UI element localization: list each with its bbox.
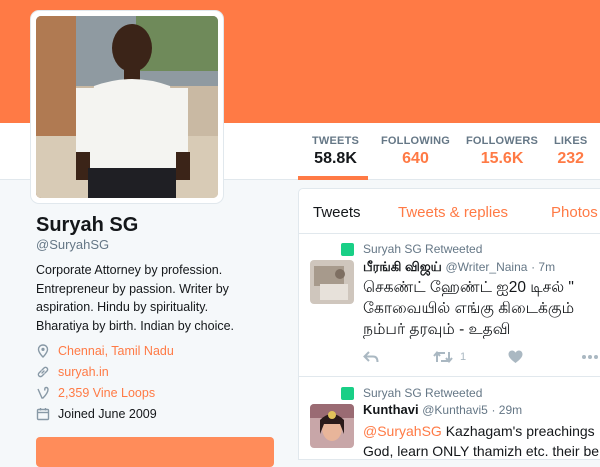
- tab-tweets[interactable]: Tweets: [313, 204, 361, 221]
- tweet-text: @SuryahSG Kazhagam's preachings God, lea…: [363, 421, 600, 459]
- calendar-icon: [36, 408, 50, 421]
- stat-tweets-label: TWEETS: [312, 135, 360, 147]
- retweet-icon: [341, 243, 354, 256]
- retweeted-by-label[interactable]: Suryah SG Retweeted: [363, 386, 482, 400]
- retweeted-by-label[interactable]: Suryah SG Retweeted: [363, 242, 482, 256]
- more-button[interactable]: [581, 354, 599, 360]
- profile-handle[interactable]: @SuryahSG: [36, 237, 109, 252]
- tweet-text-line: God, learn ONLY thamizh etc. their be: [363, 443, 600, 459]
- website-link[interactable]: suryah.in: [58, 365, 109, 379]
- profile-name[interactable]: Suryah SG: [36, 214, 138, 237]
- profile-vine: 2,359 Vine Loops: [36, 386, 155, 400]
- retweet-icon: [341, 387, 354, 400]
- tweet-item[interactable]: Suryah SG Retweeted Kunthavi @Kunthavi5 …: [299, 377, 600, 459]
- retweet-count: 1: [460, 351, 467, 363]
- stat-likes-label: LIKES: [554, 135, 588, 147]
- profile-joined: Joined June 2009: [36, 407, 157, 421]
- stat-following-label: FOLLOWING: [381, 135, 451, 147]
- reply-icon: [363, 351, 379, 363]
- heart-icon: [508, 350, 523, 363]
- profile-bio: Corporate Attorney by profession. Entrep…: [36, 263, 235, 333]
- tab-photos[interactable]: Photos: [551, 204, 598, 221]
- more-icon: [582, 355, 599, 359]
- like-button[interactable]: [508, 350, 523, 364]
- tweet-author-handle[interactable]: @Writer_Naina: [445, 260, 527, 274]
- follow-button[interactable]: [36, 437, 274, 467]
- tweet-header: Kunthavi @Kunthavi5 · 29m: [363, 402, 522, 417]
- tweet-author-avatar[interactable]: [310, 404, 354, 448]
- tweet-author-handle[interactable]: @Kunthavi5: [422, 403, 488, 417]
- tweet-text-fragment: Kazhagam's preachings: [441, 423, 595, 439]
- tweet-text-line: நம்பர் தரவும் - உதவி: [363, 321, 511, 338]
- stat-tweets[interactable]: TWEETS 58.8K: [312, 135, 359, 168]
- stat-followers-value: 15.6K: [480, 150, 524, 167]
- tweet-text-line: @SuryahSG Kazhagam's preachings: [363, 421, 600, 441]
- vine-icon: [37, 386, 49, 399]
- tweet-time[interactable]: · 29m: [491, 403, 522, 417]
- vine-loops-link[interactable]: 2,359 Vine Loops: [58, 386, 155, 400]
- stat-following-value: 640: [402, 150, 429, 167]
- profile-avatar[interactable]: [31, 11, 223, 203]
- tweet-author-name[interactable]: பீரங்கி விஜய்: [363, 259, 442, 274]
- active-stat-underline: [298, 176, 368, 180]
- stat-likes-value: 232: [557, 150, 585, 167]
- tweet-actions: 1: [363, 350, 599, 364]
- tweet-item[interactable]: Suryah SG Retweeted பீரங்கி விஜய் @Write…: [299, 234, 600, 377]
- tweet-text-line: கோவையில் எங்கு கிடைக்கும்: [363, 300, 575, 317]
- profile-website: suryah.in: [36, 365, 109, 379]
- retweet-button[interactable]: 1: [433, 350, 466, 364]
- tweet-author-name[interactable]: Kunthavi: [363, 402, 419, 417]
- stat-tweets-value: 58.8K: [314, 150, 357, 167]
- avatar-photo: [36, 16, 218, 198]
- link-icon: [37, 366, 49, 378]
- timeline-tabs: Tweets Tweets & replies Photos: [299, 189, 600, 234]
- tweet-text-line: செகண்ட் ஹேண்ட் ஐ20 டிசல் ": [363, 279, 574, 296]
- stat-likes[interactable]: LIKES 232: [554, 135, 587, 168]
- tweet-mention-link[interactable]: @SuryahSG: [363, 423, 442, 439]
- tweet-author-avatar[interactable]: [310, 260, 354, 304]
- stat-following[interactable]: FOLLOWING 640: [381, 135, 450, 168]
- stat-followers-label: FOLLOWERS: [466, 135, 539, 147]
- tweet-time[interactable]: · 7m: [531, 260, 555, 274]
- timeline: Tweets Tweets & replies Photos Suryah SG…: [298, 188, 600, 460]
- stat-followers[interactable]: FOLLOWERS 15.6K: [466, 135, 538, 168]
- joined-date: Joined June 2009: [58, 407, 157, 421]
- reply-button[interactable]: [363, 350, 379, 364]
- retweet-icon: [433, 350, 453, 364]
- tweet-text: செகண்ட் ஹேண்ட் ஐ20 டிசல் " கோவையில் எங்க…: [363, 277, 600, 340]
- tab-tweets-and-replies[interactable]: Tweets & replies: [398, 204, 508, 221]
- tweet-header: பீரங்கி விஜய் @Writer_Naina · 7m: [363, 259, 555, 276]
- profile-location: Chennai, Tamil Nadu: [36, 344, 174, 358]
- location-pin-icon: [37, 344, 49, 358]
- location-link[interactable]: Chennai, Tamil Nadu: [58, 344, 174, 358]
